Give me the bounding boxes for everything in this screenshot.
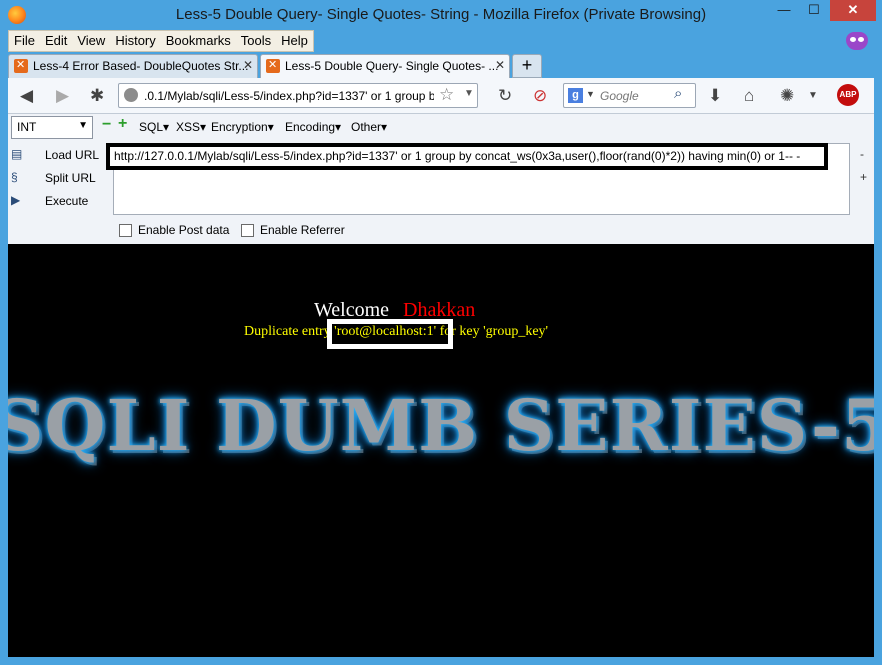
tab-label: Less-5 Double Query- Single Quotes- ... (285, 59, 499, 73)
page-content: Welcome Dhakkan Duplicate entry 'root@loc… (8, 244, 874, 657)
tab-strip: Less-4 Error Based- DoubleQuotes Str... … (8, 54, 874, 78)
maximize-button[interactable]: ☐ (800, 0, 828, 21)
search-bar[interactable]: g ▼ Google ⌕ (563, 83, 696, 108)
back-arrow-icon[interactable]: ◀ (20, 86, 33, 106)
url-history-dropdown-icon[interactable]: ▼ (464, 88, 474, 99)
tab-close-icon[interactable]: ✕ (495, 58, 505, 72)
menu-tools[interactable]: Tools (236, 31, 276, 51)
menu-bar: File Edit View History Bookmarks Tools H… (8, 30, 314, 52)
tab-less-4[interactable]: Less-4 Error Based- DoubleQuotes Str... … (8, 54, 258, 78)
menu-bookmarks[interactable]: Bookmarks (161, 31, 236, 51)
globe-icon (124, 88, 138, 102)
other-menu[interactable]: Other▾ (351, 120, 387, 134)
menu-edit[interactable]: Edit (40, 31, 72, 51)
sql-menu[interactable]: SQL▾ (139, 120, 169, 134)
load-url-label: Load URL (45, 148, 100, 162)
noscript-blocked-icon[interactable]: ⊘ (533, 86, 547, 106)
load-url-icon: ▤ (11, 147, 23, 161)
adblock-plus-icon[interactable]: ABP (837, 84, 859, 106)
minimize-button[interactable]: — (770, 0, 798, 21)
downloads-icon[interactable]: ⬇ (708, 86, 722, 106)
textarea-shrink-button[interactable]: - (860, 147, 864, 161)
checkbox-label: Enable Post data (138, 223, 230, 237)
chevron-down-icon: ▼ (78, 120, 88, 131)
tab-close-icon[interactable]: ✕ (243, 58, 253, 72)
reload-icon[interactable]: ↻ (498, 86, 512, 106)
user-name: Dhakkan (403, 299, 476, 321)
execute-label: Execute (45, 194, 89, 208)
new-tab-button[interactable]: + (512, 54, 542, 78)
forward-arrow-icon[interactable]: ▶ (56, 86, 69, 106)
int-select-value: INT (17, 120, 37, 134)
firebug-icon[interactable]: ✺ (780, 86, 794, 106)
menu-help[interactable]: Help (276, 31, 313, 51)
home-icon[interactable]: ⌂ (744, 86, 754, 106)
highlight-box (327, 319, 453, 349)
navigation-bar: ◀ ▶ ✱ .0.1/Mylab/sqli/Less-5/index.php?i… (8, 78, 874, 114)
checkbox-box[interactable] (241, 224, 254, 237)
xss-menu[interactable]: XSS▾ (176, 120, 206, 134)
url-bar[interactable]: .0.1/Mylab/sqli/Less-5/index.php?id=1337… (118, 83, 478, 108)
split-url-icon: § (11, 170, 18, 184)
identity-puzzle-icon[interactable]: ✱ (90, 86, 104, 106)
url-text[interactable]: .0.1/Mylab/sqli/Less-5/index.php?id=1337… (144, 89, 434, 103)
engine-dropdown-icon[interactable]: ▼ (586, 89, 595, 99)
search-input[interactable]: Google (600, 89, 639, 103)
checkbox-box[interactable] (119, 224, 132, 237)
textarea-expand-button[interactable]: + (860, 170, 867, 184)
xampp-favicon-icon (14, 58, 28, 73)
menu-file[interactable]: File (9, 31, 40, 51)
google-engine-icon[interactable]: g (568, 88, 583, 103)
firebug-dropdown-icon[interactable]: ▼ (808, 90, 818, 101)
search-icon[interactable]: ⌕ (674, 85, 682, 102)
menu-history[interactable]: History (110, 31, 160, 51)
private-browsing-mask-icon (846, 32, 868, 50)
execute-play-icon: ▶ (11, 193, 21, 207)
bookmark-star-icon[interactable]: ☆ (439, 85, 454, 105)
window-title: Less-5 Double Query- Single Quotes- Stri… (175, 6, 707, 23)
hackbar-url-value[interactable]: http://127.0.0.1/Mylab/sqli/Less-5/index… (106, 143, 828, 170)
checkbox-label: Enable Referrer (260, 223, 345, 237)
hackbar-panel: INT ▼ − + SQL▾ XSS▾ Encryption▾ Encoding… (8, 114, 874, 244)
tab-label: Less-4 Error Based- DoubleQuotes Str... (33, 59, 249, 73)
decrement-icon[interactable]: − (102, 116, 111, 134)
welcome-label: Welcome (314, 299, 390, 321)
encoding-menu[interactable]: Encoding▾ (285, 120, 341, 134)
tab-less-5[interactable]: Less-5 Double Query- Single Quotes- ... … (260, 54, 510, 78)
int-type-select[interactable]: INT ▼ (11, 116, 93, 139)
split-url-label: Split URL (45, 171, 96, 185)
encryption-menu[interactable]: Encryption▾ (211, 120, 274, 134)
close-button[interactable]: ✕ (830, 0, 876, 21)
menu-view[interactable]: View (72, 31, 110, 51)
sqli-dumb-series-banner: SQLI DUMB SERIES-5 (8, 384, 874, 467)
title-bar[interactable]: Less-5 Double Query- Single Quotes- Stri… (0, 0, 882, 30)
browser-window: Less-5 Double Query- Single Quotes- Stri… (0, 0, 882, 665)
increment-icon[interactable]: + (118, 115, 127, 133)
xampp-favicon-icon (266, 58, 280, 73)
